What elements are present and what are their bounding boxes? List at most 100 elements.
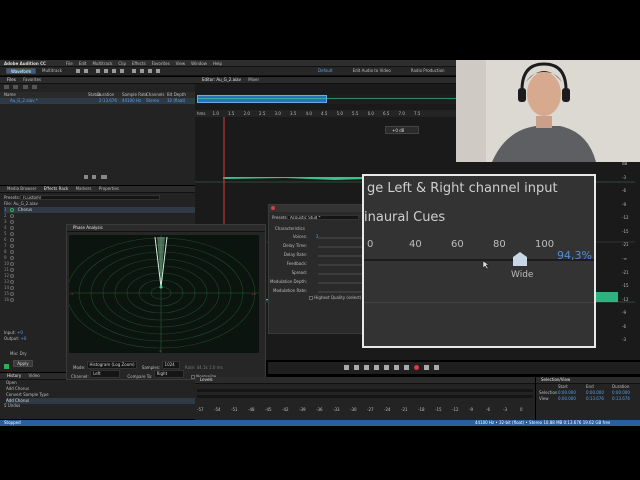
history-item[interactable]: Add Chorus — [6, 398, 195, 404]
fast-forward-icon[interactable] — [394, 365, 399, 370]
slot-power-icon[interactable] — [10, 286, 14, 290]
chorus-param-slider[interactable] — [318, 273, 364, 275]
slot-power-icon[interactable] — [10, 244, 14, 248]
transport-buttons — [344, 365, 444, 371]
multitrack-view-button[interactable]: Multitrack — [38, 68, 68, 74]
pause-icon[interactable] — [364, 365, 369, 370]
table-row[interactable]: Au_G_2.aiav * 2:13.676 44100 Hz Stereo 3… — [0, 98, 195, 104]
view-end[interactable]: 0:13.676 — [586, 396, 604, 402]
rack-presets-select[interactable]: (Custom) — [20, 195, 160, 200]
menu-item-multitrack[interactable]: Multitrack — [92, 61, 112, 66]
view-duration[interactable]: 0:13.676 — [612, 396, 630, 402]
slot-power-icon[interactable] — [10, 292, 14, 296]
stop-icon[interactable] — [344, 365, 349, 370]
workspace-2[interactable]: Radio Production — [411, 68, 445, 73]
slot-power-icon[interactable] — [10, 226, 14, 230]
tab-favorites[interactable]: Favorites — [20, 77, 44, 83]
callout-scale-tick: 80 — [493, 239, 506, 250]
slot-power-icon[interactable] — [10, 232, 14, 236]
chorus-param-slider[interactable] — [318, 246, 364, 248]
phase-analysis-title[interactable]: Phase Analysis — [70, 225, 106, 231]
levels-scale: -57 -54 -51 -48 -45 -42 -39 -36 -33 -30 -27 -24 -21-… — [197, 407, 533, 413]
samples-select[interactable]: 1024 — [161, 361, 180, 369]
tab-editor[interactable]: Editor: Au_G_2.aiav — [199, 77, 244, 83]
chorus-param-label: Delay Rate: — [283, 252, 307, 257]
skip-icon[interactable] — [434, 365, 439, 370]
highest-quality-checkbox[interactable] — [309, 296, 313, 300]
record-icon[interactable] — [414, 365, 419, 370]
menu-item-effects[interactable]: Effects — [132, 61, 146, 66]
view-start[interactable]: 0:00.000 — [558, 396, 576, 402]
slot-power-icon[interactable] — [10, 250, 14, 254]
import-icon[interactable] — [13, 85, 19, 89]
loop-preview-icon[interactable] — [92, 175, 97, 179]
menu-item-favorites[interactable]: Favorites — [152, 61, 170, 66]
close-icon[interactable] — [271, 206, 275, 210]
slot-power-icon[interactable] — [10, 238, 14, 242]
callout-description: ge Left & Right channel input — [367, 181, 558, 196]
search-icon[interactable] — [31, 85, 37, 89]
slot-power-icon[interactable] — [10, 262, 14, 266]
to-start-icon[interactable] — [374, 365, 379, 370]
loop-icon[interactable] — [424, 365, 429, 370]
to-end-icon[interactable] — [404, 365, 409, 370]
level-meter-right-channel — [197, 395, 533, 398]
chorus-presets-select[interactable]: Acoustic Stud * — [287, 215, 359, 220]
slot-number: 16 — [4, 297, 10, 302]
db-tick: -15 — [622, 228, 629, 234]
chorus-param-slider[interactable] — [318, 237, 364, 239]
selection-view-title[interactable]: Selection/View — [538, 377, 573, 383]
input-value[interactable]: +0 — [17, 330, 23, 335]
open-file-icon[interactable] — [4, 85, 9, 89]
chorus-param-row: Spread: — [272, 268, 367, 277]
menu-item-file[interactable]: File — [66, 61, 73, 66]
channel-select[interactable]: Left — [90, 370, 121, 378]
apply-button[interactable]: Apply — [13, 360, 33, 367]
power-icon[interactable] — [4, 363, 9, 369]
tab-markers[interactable]: Markers — [73, 186, 95, 192]
compare-select[interactable]: Right — [153, 370, 184, 378]
rewind-icon[interactable] — [384, 365, 389, 370]
autoplay-icon[interactable] — [100, 175, 107, 179]
overview-visible-range[interactable] — [197, 95, 327, 103]
tab-properties[interactable]: Properties — [96, 186, 122, 192]
levels-title[interactable]: Levels — [197, 377, 216, 383]
menu-item-edit[interactable]: Edit — [79, 61, 87, 66]
chorus-param-slider[interactable] — [318, 282, 364, 284]
waveform-view-button[interactable]: Waveform — [6, 68, 36, 74]
mix-value[interactable]: Dry — [20, 351, 27, 356]
slot-power-icon[interactable] — [10, 274, 14, 278]
tab-effects-rack[interactable]: Effects Rack — [41, 186, 72, 192]
workspace-1[interactable]: Edit Audio to Video — [353, 68, 391, 73]
tab-mixer[interactable]: Mixer — [245, 77, 262, 83]
play-icon[interactable] — [354, 365, 359, 370]
tab-files[interactable]: Files — [4, 77, 19, 83]
menu-item-window[interactable]: Window — [191, 61, 207, 66]
chorus-param-slider[interactable] — [318, 291, 364, 293]
slot-power-icon[interactable] — [10, 214, 14, 218]
tab-media-browser[interactable]: Media Browser — [4, 186, 40, 192]
slot-power-icon[interactable] — [10, 280, 14, 284]
play-preview-icon[interactable] — [84, 175, 88, 179]
callout-value[interactable]: 94,3% — [557, 249, 592, 262]
output-value[interactable]: +0 — [21, 336, 27, 341]
chorus-param-slider[interactable] — [318, 255, 364, 257]
chorus-param-slider[interactable] — [318, 264, 364, 266]
input-label: Input: — [4, 330, 16, 335]
mode-select[interactable]: Histogram (Log Zoom) — [86, 361, 137, 369]
slot-power-icon[interactable] — [10, 298, 14, 302]
menu-item-clip[interactable]: Clip — [118, 61, 126, 66]
menu-item-view[interactable]: View — [176, 61, 186, 66]
slot-power-icon[interactable] — [10, 256, 14, 260]
tab-video[interactable]: Video — [26, 373, 43, 379]
tab-history[interactable]: History — [4, 373, 24, 379]
levels-tick: -48 — [248, 407, 255, 412]
slot-power-icon[interactable] — [10, 268, 14, 272]
workspace-0[interactable]: Default — [318, 68, 333, 73]
callout-slider-knob[interactable] — [512, 251, 528, 267]
menu-item-help[interactable]: Help — [213, 61, 222, 66]
slot-power-icon[interactable] — [10, 208, 14, 212]
slot-power-icon[interactable] — [10, 220, 14, 224]
bottom-letterbox — [0, 426, 640, 480]
new-file-icon[interactable] — [22, 85, 28, 89]
